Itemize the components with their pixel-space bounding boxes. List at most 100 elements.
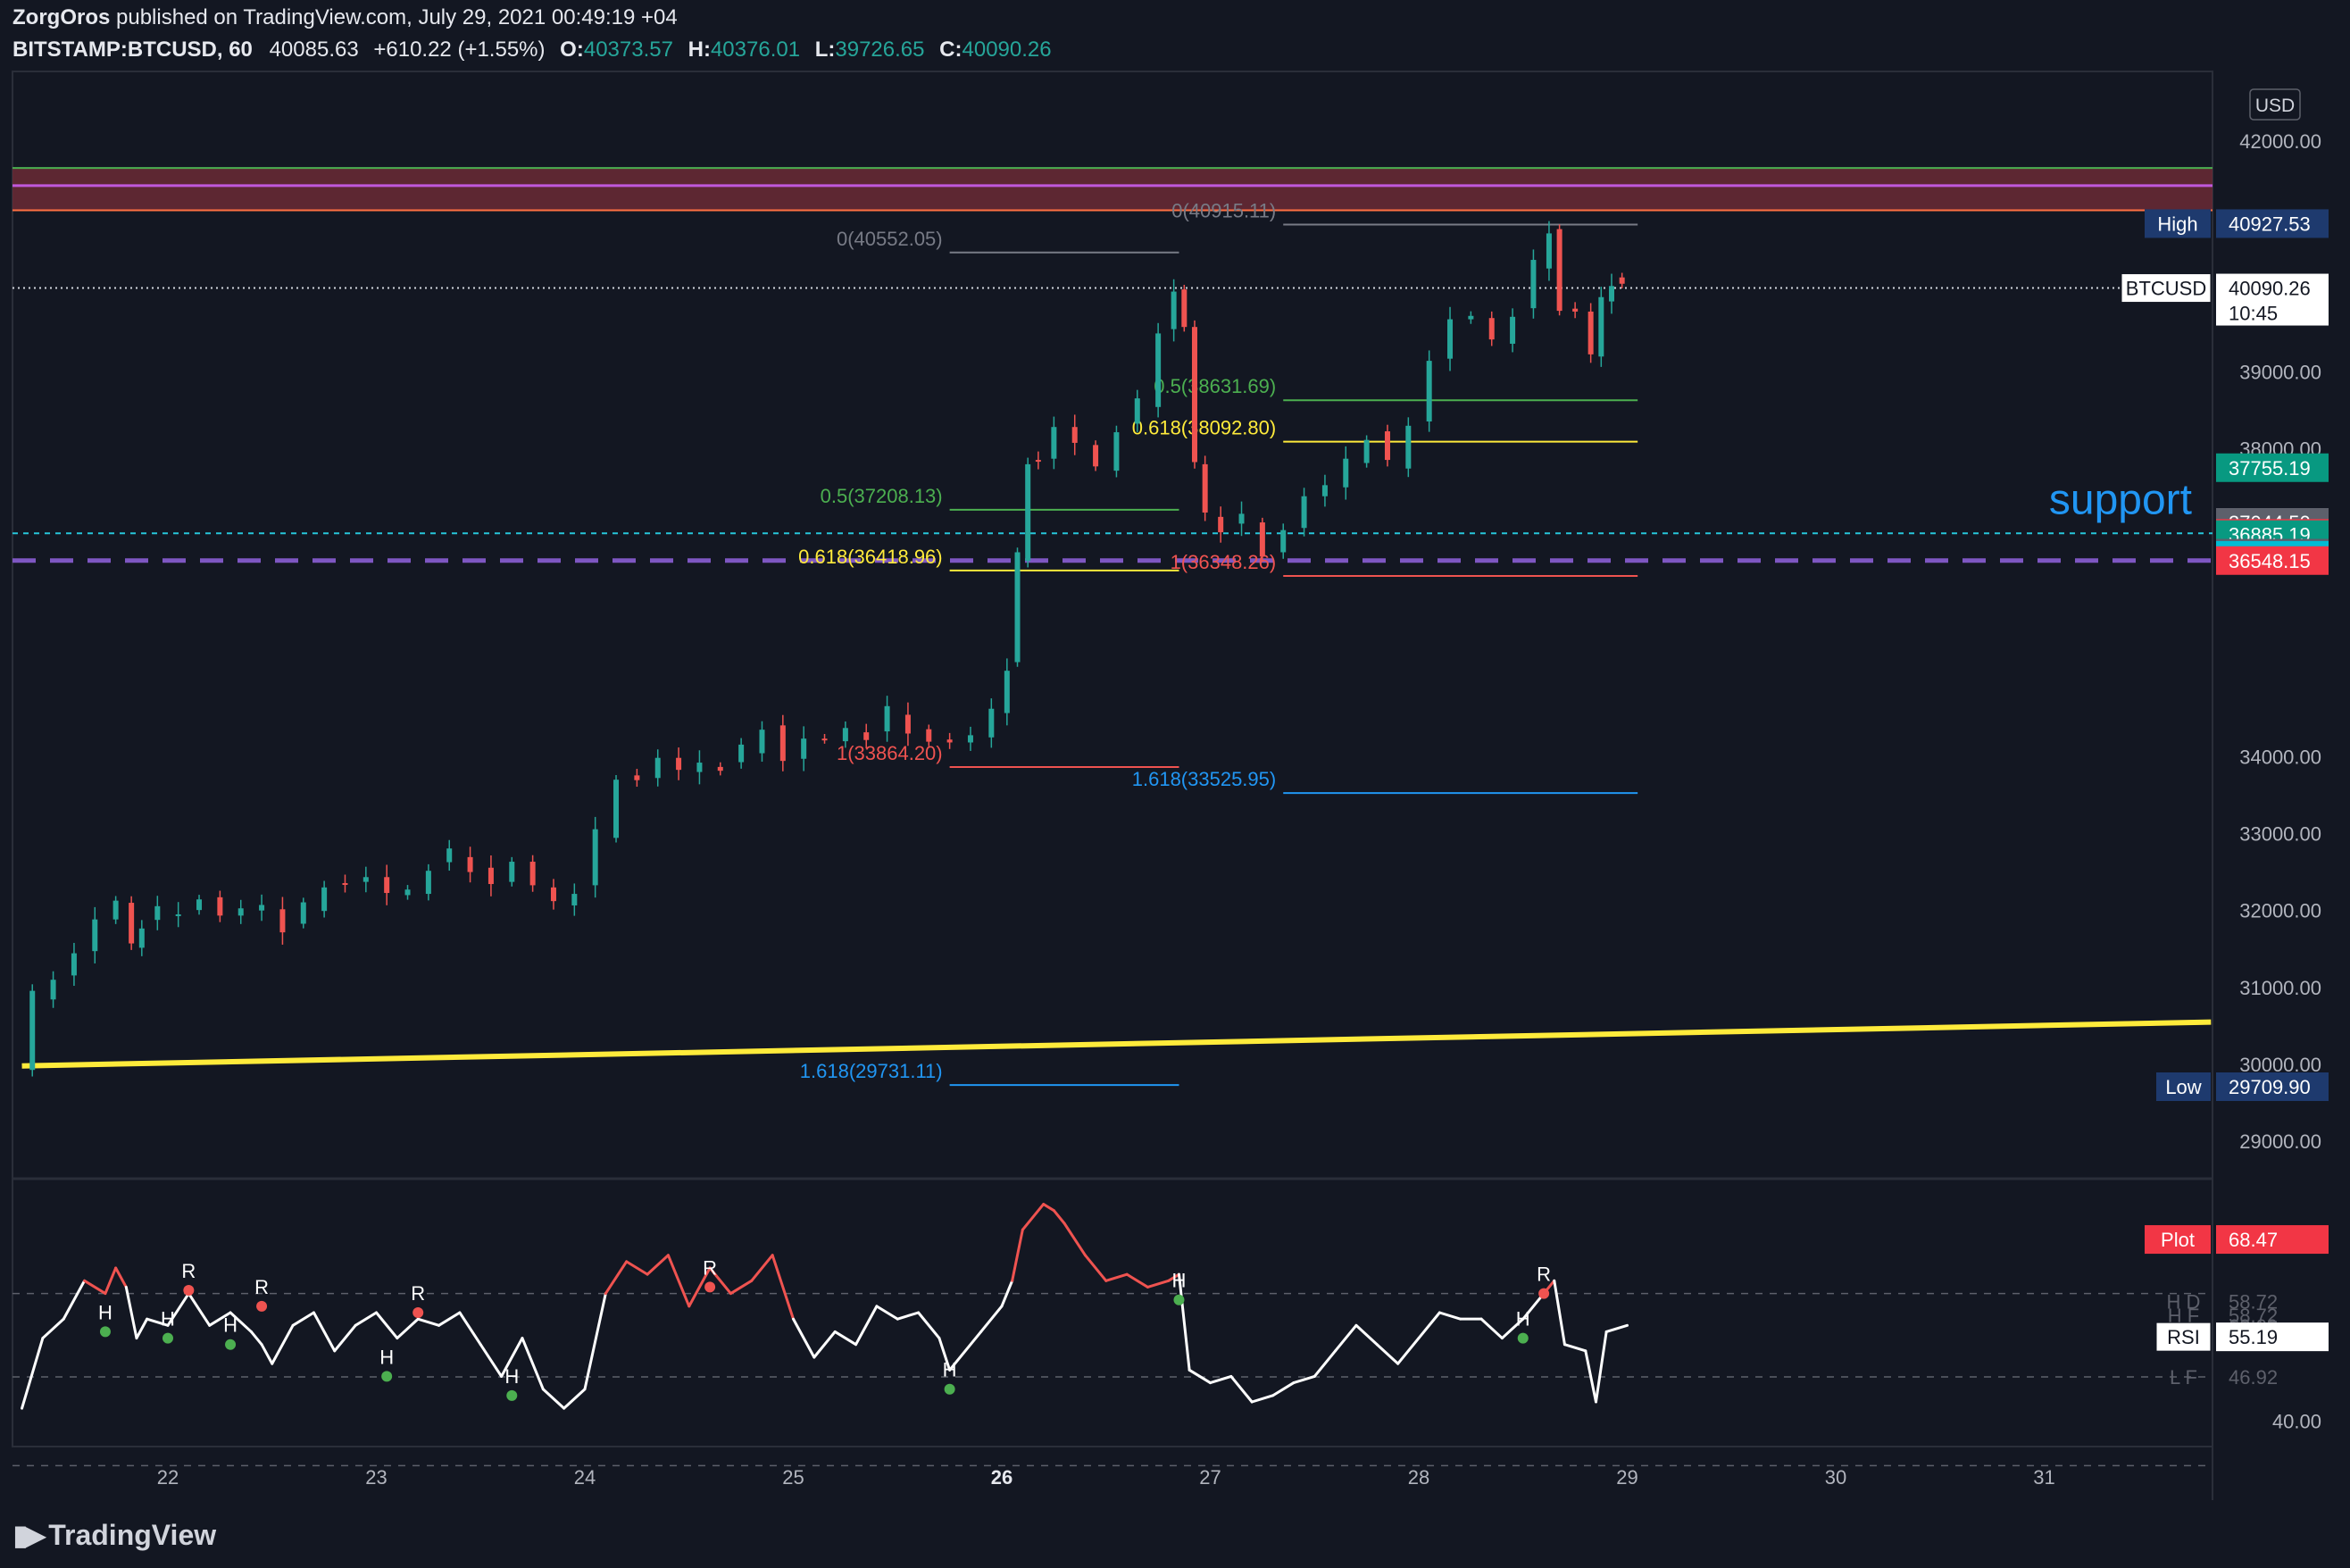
candle-body <box>738 744 745 763</box>
rsi-bull-marker <box>1517 1332 1529 1344</box>
fib-label: 0.5(37208.13) <box>821 485 943 507</box>
rsi-label-name: RSI <box>2167 1326 2200 1348</box>
fib-label: 1(33864.20) <box>837 742 943 764</box>
price-tick-label: 33000.00 <box>2239 823 2321 846</box>
candle-body <box>238 908 244 916</box>
rsi-h-label: H <box>943 1359 957 1381</box>
rsi-bull-marker <box>162 1332 173 1344</box>
candle-body <box>71 953 77 976</box>
fib-label: 0(40552.05) <box>837 228 943 250</box>
currency-label: USD <box>2255 96 2295 116</box>
price-label-value: 40927.53 <box>2229 213 2311 235</box>
price-chart[interactable]: support 0(40552.05) 0.5(37208.13) 0.618(36… <box>0 0 2350 1568</box>
candle-body <box>1113 432 1120 471</box>
candle-body <box>384 877 390 894</box>
candle-body <box>988 708 995 738</box>
price-label-name: High <box>2157 213 2197 235</box>
rsi-h-label: H <box>98 1301 112 1323</box>
price-tick-label: 39000.00 <box>2239 362 2321 384</box>
candle-body <box>467 856 473 872</box>
rsi-label-name: L F <box>2170 1366 2197 1389</box>
candle-body <box>259 905 265 911</box>
price-tick-label: 42000.00 <box>2239 130 2321 153</box>
rsi-bear-marker <box>704 1281 716 1293</box>
candle-body <box>529 862 536 886</box>
rsi-bear-marker <box>256 1300 268 1312</box>
candle-body <box>550 887 556 902</box>
rsi-tick-label: 40.00 <box>2272 1410 2321 1432</box>
candle-body <box>1004 671 1010 713</box>
candle-body <box>1572 308 1579 312</box>
price-label-value: 36548.15 <box>2229 550 2311 572</box>
candle-body <box>425 871 431 895</box>
price-label-countdown: 10:45 <box>2229 303 2278 325</box>
candle-body <box>446 848 453 863</box>
candle-body <box>1301 496 1307 529</box>
candle-body <box>509 862 515 882</box>
candle-body <box>217 897 223 916</box>
time-tick-label: 28 <box>1408 1466 1429 1489</box>
price-tick-label: 29000.00 <box>2239 1130 2321 1153</box>
candle-body <box>592 829 598 886</box>
candle-body <box>904 714 911 734</box>
candle-body <box>1608 286 1614 302</box>
fib-label: 0(40915.11) <box>1171 199 1276 221</box>
time-tick-label: 25 <box>782 1466 804 1489</box>
candle-body <box>1343 458 1349 488</box>
candle-body <box>112 900 119 920</box>
rsi-r-label: R <box>1537 1264 1551 1286</box>
rsi-bear-marker <box>412 1307 424 1318</box>
rsi-r-label: R <box>703 1256 717 1279</box>
candle-body <box>1218 516 1224 533</box>
rsi-r-label: R <box>254 1276 269 1298</box>
candle-body <box>154 905 161 921</box>
candle-body <box>1238 513 1245 524</box>
time-tick-label: 29 <box>1616 1466 1638 1489</box>
rsi-bull-marker <box>381 1371 393 1382</box>
rsi-h-label: H <box>1516 1308 1530 1330</box>
candle-body <box>342 882 348 885</box>
candle-body <box>300 902 306 924</box>
candle-body <box>1181 289 1188 328</box>
candle-body <box>1071 427 1078 443</box>
candle-body <box>759 730 765 754</box>
rsi-bull-marker <box>506 1389 518 1401</box>
rsi-h-label: H <box>1172 1270 1187 1292</box>
tradingview-logo[interactable]: ▮▶ TradingView <box>12 1518 216 1552</box>
rsi-label-value: 46.92 <box>2229 1366 2278 1389</box>
logo-text: TradingView <box>48 1519 217 1551</box>
candle-body <box>1025 463 1031 562</box>
fib-label: 1.618(33525.95) <box>1132 768 1276 790</box>
candle-body <box>92 919 98 952</box>
candle-body <box>50 980 56 1000</box>
candle-body <box>1155 333 1162 407</box>
candle-body <box>321 887 328 912</box>
candle-body <box>1556 229 1562 312</box>
candle-body <box>1426 361 1432 421</box>
candle-body <box>129 903 135 944</box>
price-label-value: 29709.90 <box>2229 1076 2311 1098</box>
fib-label: 0.618(36418.96) <box>798 546 942 568</box>
time-tick-label: 27 <box>1199 1466 1221 1489</box>
candle-body <box>138 928 145 948</box>
candle-body <box>571 894 578 905</box>
rsi-bull-marker <box>944 1383 955 1395</box>
rsi-h-label: H <box>161 1308 175 1330</box>
rsi-h-label: H <box>504 1365 519 1388</box>
candle-body <box>1384 431 1390 461</box>
candle-body <box>1051 427 1057 459</box>
time-tick-label: 23 <box>365 1466 387 1489</box>
rsi-bear-marker <box>183 1285 195 1296</box>
fib-label: 0.5(38631.69) <box>1154 375 1276 397</box>
resistance-zone <box>12 168 2212 211</box>
candle-body <box>175 913 181 916</box>
candle-body <box>1171 291 1177 329</box>
candle-body <box>863 732 870 740</box>
candle-body <box>1093 445 1099 467</box>
candle-body <box>1280 530 1287 553</box>
price-label-value: 37755.19 <box>2229 457 2311 480</box>
time-tick-label: 31 <box>2033 1466 2054 1489</box>
price-tick-label: 32000.00 <box>2239 900 2321 922</box>
candle-body <box>196 899 203 911</box>
candle-body <box>1588 311 1594 354</box>
